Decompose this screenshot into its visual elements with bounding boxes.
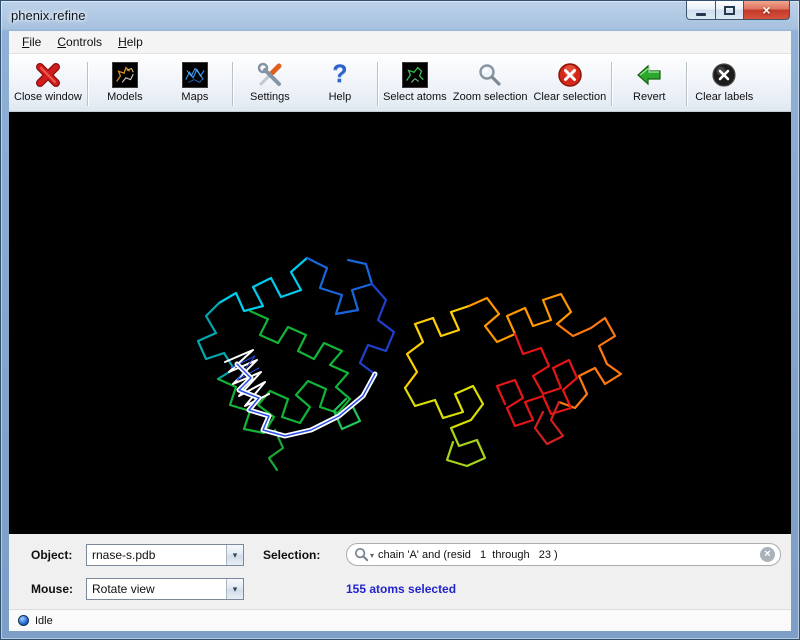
menu-help[interactable]: Help: [110, 32, 151, 52]
clear-selection-button[interactable]: Clear selection: [530, 57, 609, 111]
search-icon[interactable]: [354, 547, 369, 562]
help-icon: ?: [332, 59, 347, 90]
close-window-icon: [34, 59, 62, 90]
toolbar-separator: [611, 62, 612, 106]
molecule-structure: [9, 112, 791, 534]
selection-search-field[interactable]: ▾ ×: [346, 543, 781, 566]
mouse-dropdown[interactable]: Rotate view ▾: [86, 578, 244, 600]
maximize-icon: [724, 6, 735, 15]
clear-labels-button[interactable]: Clear labels: [689, 57, 759, 111]
zoom-selection-icon: [477, 59, 503, 90]
atoms-selected-status: 155 atoms selected: [346, 582, 456, 596]
settings-button[interactable]: Settings: [235, 57, 305, 111]
settings-icon: [256, 59, 284, 90]
mouse-dropdown-value: Rotate view: [87, 582, 226, 596]
toolbar-separator: [377, 62, 378, 106]
toolbar-separator: [232, 62, 233, 106]
select-atoms-icon: [402, 59, 428, 90]
revert-icon: [635, 59, 663, 90]
zoom-selection-button[interactable]: Zoom selection: [450, 57, 531, 111]
chevron-down-icon: ▾: [226, 545, 243, 565]
object-dropdown-value: rnase-s.pdb: [87, 548, 226, 562]
statusbar: Idle: [9, 609, 791, 631]
menubar: File Controls Help: [9, 31, 791, 54]
caption-buttons: ×: [686, 1, 790, 20]
clear-search-icon: ×: [764, 549, 770, 560]
clear-selection-icon: [557, 59, 583, 90]
models-button[interactable]: Models: [90, 57, 160, 111]
search-menu-arrow-icon[interactable]: ▾: [370, 551, 374, 560]
clear-search-button[interactable]: ×: [760, 547, 775, 562]
client-area: File Controls Help Close window: [9, 31, 791, 631]
revert-button[interactable]: Revert: [614, 57, 684, 111]
menu-file[interactable]: File: [14, 32, 49, 52]
clear-labels-icon: [711, 59, 737, 90]
control-panel: Object: rnase-s.pdb ▾ Selection: ▾ × Mou…: [9, 534, 791, 609]
toolbar-separator: [87, 62, 88, 106]
close-button[interactable]: ×: [744, 1, 790, 20]
status-text: Idle: [35, 615, 53, 627]
toolbar: Close window Models: [9, 54, 791, 112]
close-window-button[interactable]: Close window: [11, 57, 85, 111]
window-title: phenix.refine: [11, 8, 85, 23]
app-window: phenix.refine × File Controls Help: [0, 0, 800, 640]
select-atoms-button[interactable]: Select atoms: [380, 57, 450, 111]
maps-button[interactable]: Maps: [160, 57, 230, 111]
selection-input[interactable]: [378, 549, 760, 561]
maximize-button[interactable]: [716, 1, 744, 20]
titlebar[interactable]: phenix.refine: [1, 1, 799, 30]
object-label: Object:: [31, 548, 72, 562]
models-icon: [112, 59, 138, 90]
molecule-viewport[interactable]: [9, 112, 791, 534]
minimize-button[interactable]: [686, 1, 716, 20]
minimize-icon: [696, 13, 706, 16]
close-icon: ×: [762, 3, 770, 17]
maps-icon: [182, 59, 208, 90]
menu-controls[interactable]: Controls: [49, 32, 110, 52]
help-button[interactable]: ? Help: [305, 57, 375, 111]
toolbar-separator: [686, 62, 687, 106]
object-dropdown[interactable]: rnase-s.pdb ▾: [86, 544, 244, 566]
selection-label: Selection:: [263, 548, 320, 562]
status-led-icon: [18, 615, 29, 626]
chevron-down-icon: ▾: [226, 579, 243, 599]
mouse-label: Mouse:: [31, 582, 73, 596]
